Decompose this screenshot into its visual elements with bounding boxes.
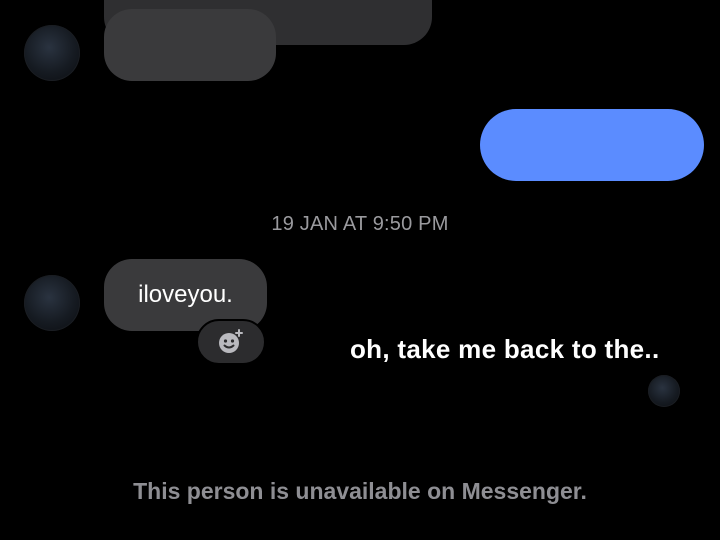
add-reaction-smiley-icon: [219, 329, 243, 353]
message-timestamp: 19 JAN AT 9:50 PM: [271, 213, 449, 235]
overlay-caption: oh, take me back to the..: [350, 334, 660, 364]
contact-avatar[interactable]: [24, 275, 80, 331]
incoming-message-bubble[interactable]: [104, 9, 276, 81]
unavailable-notice: This person is unavailable on Messenger.: [133, 478, 587, 504]
contact-avatar[interactable]: [24, 25, 80, 81]
messenger-thread: 19 JAN AT 9:50 PM iloveyou. oh, take me …: [0, 0, 720, 540]
add-reaction-button[interactable]: [196, 319, 266, 365]
message-text: iloveyou.: [138, 281, 233, 308]
outgoing-message-bubble[interactable]: [480, 109, 704, 181]
read-receipt-avatar: [648, 375, 680, 407]
